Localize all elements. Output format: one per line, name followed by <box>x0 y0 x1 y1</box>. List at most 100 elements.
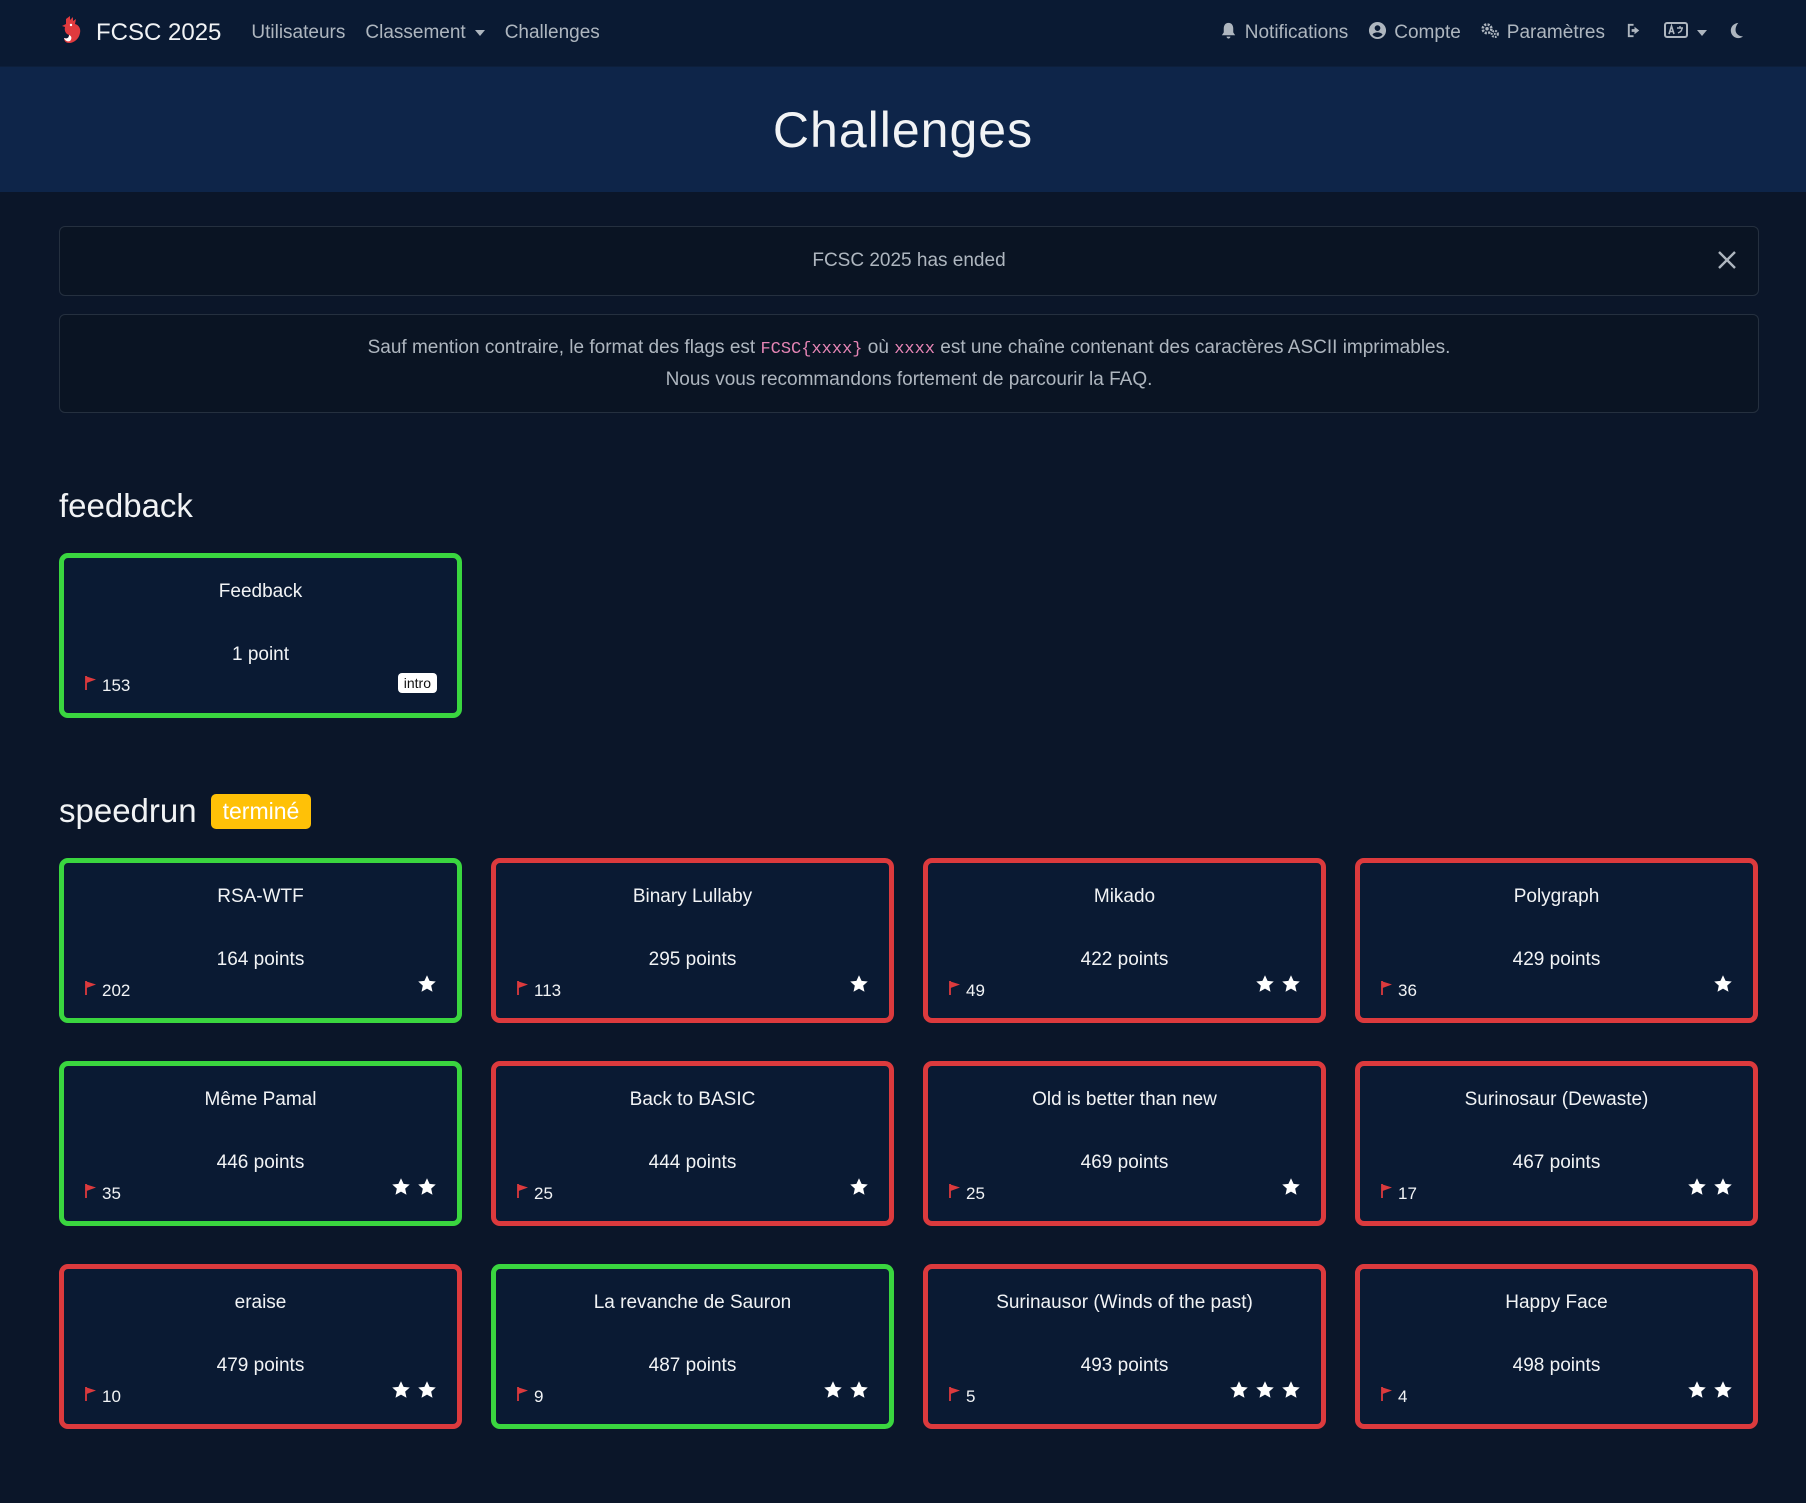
challenge-card[interactable]: Surinausor (Winds of the past) 493 points… <box>923 1264 1326 1429</box>
difficulty-stars <box>1229 1380 1301 1405</box>
difficulty-stars <box>1687 1380 1733 1405</box>
nav-notifications[interactable]: Notifications <box>1219 21 1349 46</box>
faq-link[interactable]: FAQ <box>1109 369 1147 390</box>
info-text: est une chaîne contenant des caractères … <box>935 336 1451 358</box>
difficulty-stars <box>391 1177 437 1202</box>
difficulty-stars <box>1281 1177 1301 1202</box>
solve-count-value: 4 <box>1398 1386 1408 1406</box>
star-icon <box>1281 974 1301 999</box>
nav-utilisateurs[interactable]: Utilisateurs <box>251 22 345 44</box>
star-icon <box>417 1380 437 1405</box>
star-icon <box>849 1177 869 1202</box>
challenge-name: Polygraph <box>1513 886 1600 907</box>
solve-count-value: 17 <box>1398 1183 1417 1203</box>
flag-icon <box>84 1386 98 1407</box>
challenge-card[interactable]: Même Pamal 446 points 35 <box>59 1061 462 1226</box>
solve-count-value: 10 <box>102 1386 121 1406</box>
challenge-card[interactable]: RSA-WTF 164 points 202 <box>59 858 462 1023</box>
challenge-points: 422 points <box>1080 949 1169 970</box>
challenge-card[interactable]: Old is better than new 469 points 25 <box>923 1061 1326 1226</box>
star-icon <box>849 974 869 999</box>
solve-count: 9 <box>516 1386 543 1407</box>
alert-text: FCSC 2025 has ended <box>812 250 1006 271</box>
flag-icon <box>948 980 962 1001</box>
info-line-1: Sauf mention contraire, le format des fl… <box>368 333 1451 365</box>
solve-count: 113 <box>516 980 561 1001</box>
nav-classement[interactable]: Classement <box>365 22 485 44</box>
flag-icon <box>84 1183 98 1204</box>
solve-count-value: 25 <box>966 1183 985 1203</box>
solve-count: 49 <box>948 980 985 1001</box>
nav-language[interactable] <box>1664 21 1707 45</box>
main-content: FCSC 2025 has ended Sauf mention contrai… <box>0 226 1806 1429</box>
solve-count-value: 153 <box>102 675 131 695</box>
star-icon <box>1713 1380 1733 1405</box>
challenge-name: Même Pamal <box>204 1089 317 1110</box>
star-icon <box>1281 1177 1301 1202</box>
star-icon <box>417 1177 437 1202</box>
difficulty-stars <box>849 974 869 999</box>
star-icon <box>1687 1380 1707 1405</box>
solve-count-value: 49 <box>966 980 985 1000</box>
challenge-card[interactable]: eraise 479 points 10 <box>59 1264 462 1429</box>
challenge-points: 479 points <box>216 1355 305 1376</box>
challenge-card[interactable]: Happy Face 498 points 4 <box>1355 1264 1758 1429</box>
challenge-points: 444 points <box>648 1152 737 1173</box>
star-icon <box>1713 974 1733 999</box>
nav-notifications-label: Notifications <box>1244 22 1349 43</box>
info-text: Nous vous recommandons fortement de parc… <box>665 368 1110 390</box>
nav-settings[interactable]: Paramètres <box>1481 21 1605 46</box>
star-icon <box>1255 1380 1275 1405</box>
flag-icon <box>1380 980 1394 1001</box>
star-icon <box>823 1380 843 1405</box>
solve-count: 5 <box>948 1386 975 1407</box>
solve-count-value: 35 <box>102 1183 121 1203</box>
challenge-card[interactable]: Binary Lullaby 295 points 113 <box>491 858 894 1023</box>
nav-classement-label: Classement <box>365 22 466 43</box>
solve-count: 25 <box>516 1183 553 1204</box>
difficulty-stars <box>391 1380 437 1405</box>
difficulty-stars <box>849 1177 869 1202</box>
flag-icon <box>516 1386 530 1407</box>
nav-challenges[interactable]: Challenges <box>505 22 600 44</box>
challenge-card[interactable]: Surinosaur (Dewaste) 467 points 17 <box>1355 1061 1758 1226</box>
status-badge: terminé <box>210 793 312 829</box>
section-title: speedrun terminé <box>59 792 1759 830</box>
flag-icon <box>948 1183 962 1204</box>
challenge-name: Surinausor (Winds of the past) <box>996 1292 1253 1313</box>
solve-count-value: 5 <box>966 1386 976 1406</box>
solve-count-value: 113 <box>534 980 562 1000</box>
challenge-card[interactable]: Mikado 422 points 49 <box>923 858 1326 1023</box>
challenge-name: La revanche de Sauron <box>593 1292 792 1313</box>
nav-logout[interactable] <box>1625 21 1644 46</box>
page-header: Challenges <box>0 67 1806 192</box>
difficulty-stars <box>1255 974 1301 999</box>
challenge-points: 467 points <box>1512 1152 1601 1173</box>
nav-account[interactable]: Compte <box>1368 21 1461 46</box>
solve-count: 17 <box>1380 1183 1417 1204</box>
challenge-card[interactable]: Polygraph 429 points 36 <box>1355 858 1758 1023</box>
close-icon[interactable] <box>1714 247 1740 273</box>
challenge-points: 164 points <box>216 949 305 970</box>
nav-theme-toggle[interactable] <box>1727 21 1746 46</box>
solve-count: 10 <box>84 1386 121 1407</box>
solve-count: 25 <box>948 1183 985 1204</box>
flag-format-info: Sauf mention contraire, le format des fl… <box>59 314 1759 413</box>
flag-icon <box>84 980 98 1001</box>
rooster-logo-icon <box>60 15 86 52</box>
challenge-card[interactable]: Feedback 1 point 153 intro <box>59 553 462 718</box>
challenge-name: Mikado <box>1093 886 1156 907</box>
section-title-text: feedback <box>59 487 193 524</box>
brand[interactable]: FCSC 2025 <box>60 15 221 52</box>
caret-down-icon <box>474 30 485 36</box>
challenge-name: RSA-WTF <box>217 886 304 907</box>
section-title: feedback <box>59 487 1759 525</box>
brand-title: FCSC 2025 <box>96 19 222 46</box>
challenge-card[interactable]: Back to BASIC 444 points 25 <box>491 1061 894 1226</box>
solve-count: 4 <box>1380 1386 1407 1407</box>
flag-content-code: xxxx <box>894 339 935 359</box>
challenge-card[interactable]: La revanche de Sauron 487 points 9 <box>491 1264 894 1429</box>
solve-count: 36 <box>1380 980 1417 1001</box>
challenge-points: 469 points <box>1080 1152 1169 1173</box>
flag-icon <box>1380 1386 1394 1407</box>
